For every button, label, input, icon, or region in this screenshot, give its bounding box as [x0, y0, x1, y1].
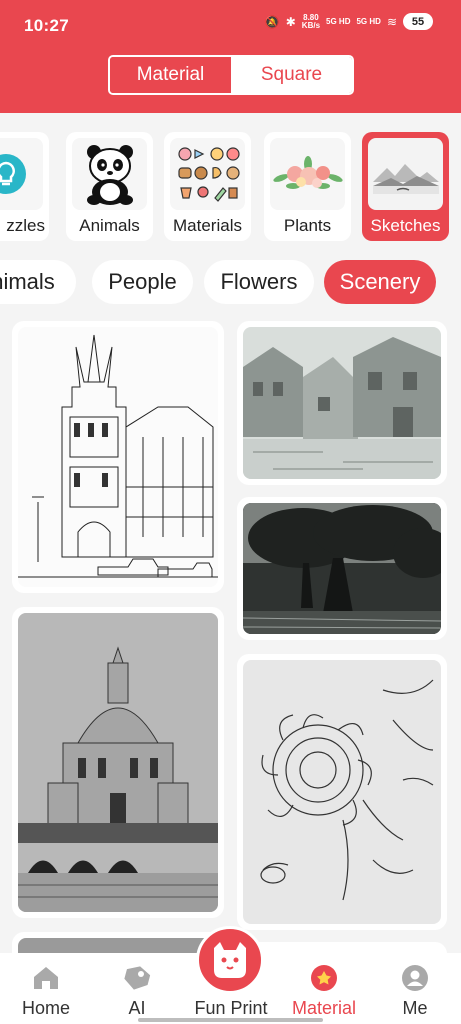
gothic-tower-sketch — [18, 327, 218, 587]
status-bar: 10:27 🔕 ✱ 8.80 KB/s 5G HD 5G HD ≋ 55 — [0, 0, 461, 46]
category-row: zzles Animals Materials Plants Sketches — [0, 132, 461, 244]
chip-people[interactable]: People — [92, 260, 193, 304]
gallery-card[interactable] — [237, 497, 447, 640]
status-icons: 🔕 ✱ 8.80 KB/s 5G HD 5G HD ≋ 55 — [265, 13, 433, 30]
tab-label: Fun Print — [194, 998, 268, 1018]
category-animals[interactable]: Animals — [66, 132, 153, 241]
chip-animals[interactable]: nimals — [0, 260, 76, 304]
material-flower-icon — [309, 963, 339, 993]
gallery-card[interactable] — [12, 607, 224, 918]
net-speed: 8.80 KB/s — [301, 12, 321, 30]
tab-label: Home — [21, 998, 70, 1018]
category-label: zzles — [6, 216, 45, 235]
village-sketch — [243, 327, 441, 479]
tab-me[interactable]: Me — [380, 953, 450, 1024]
home-indicator — [138, 1018, 323, 1022]
category-label: Plants — [283, 216, 332, 235]
category-label: Sketches — [370, 216, 441, 235]
wifi-icon: ≋ — [386, 14, 397, 29]
tree-sketch — [243, 503, 441, 634]
flower-sketch — [243, 660, 441, 924]
bluetooth-icon: ✱ — [285, 14, 296, 29]
gallery-card[interactable] — [12, 321, 224, 593]
chip-scenery[interactable]: Scenery — [324, 260, 436, 304]
signal-2: 5G HD — [356, 16, 381, 26]
category-label: Materials — [173, 216, 242, 235]
segment-control: Material Square — [108, 55, 354, 95]
lightbulb-icon — [0, 138, 43, 210]
cat-printer-icon — [214, 942, 246, 978]
sweets-icon — [170, 138, 245, 210]
gallery-card[interactable] — [237, 321, 447, 485]
category-label: Animals — [79, 216, 140, 235]
status-time: 10:27 — [24, 16, 69, 35]
segment-square[interactable]: Square — [231, 57, 352, 93]
gallery-card[interactable] — [237, 654, 447, 930]
header: 10:27 🔕 ✱ 8.80 KB/s 5G HD 5G HD ≋ 55 Mate… — [0, 0, 461, 113]
segment-material[interactable]: Material — [110, 57, 231, 93]
flowers-icon — [270, 138, 345, 210]
tab-label: Me — [402, 998, 428, 1018]
fun-print-button[interactable] — [196, 926, 264, 994]
category-materials[interactable]: Materials — [164, 132, 251, 241]
home-icon — [31, 963, 61, 993]
ai-tag-icon — [122, 963, 152, 993]
tab-ai[interactable]: AI — [105, 953, 169, 1024]
user-icon — [400, 963, 430, 993]
mute-icon: 🔕 — [264, 14, 280, 29]
chip-flowers[interactable]: Flowers — [204, 260, 314, 304]
tab-label: AI — [128, 998, 146, 1018]
tab-home[interactable]: Home — [10, 953, 82, 1024]
category-sketches[interactable]: Sketches — [362, 132, 449, 241]
tab-label: Material — [291, 998, 357, 1018]
panda-icon — [72, 138, 147, 210]
category-puzzles[interactable]: zzles — [0, 132, 49, 241]
tab-material[interactable]: Material — [285, 953, 363, 1024]
battery-icon: 55 — [403, 13, 433, 30]
category-plants[interactable]: Plants — [264, 132, 351, 241]
domed-building-sketch — [18, 613, 218, 912]
signal-1: 5G HD — [326, 16, 351, 26]
landscape-sketch-icon — [368, 138, 443, 210]
filter-chips: nimals People Flowers Scenery — [0, 260, 461, 304]
